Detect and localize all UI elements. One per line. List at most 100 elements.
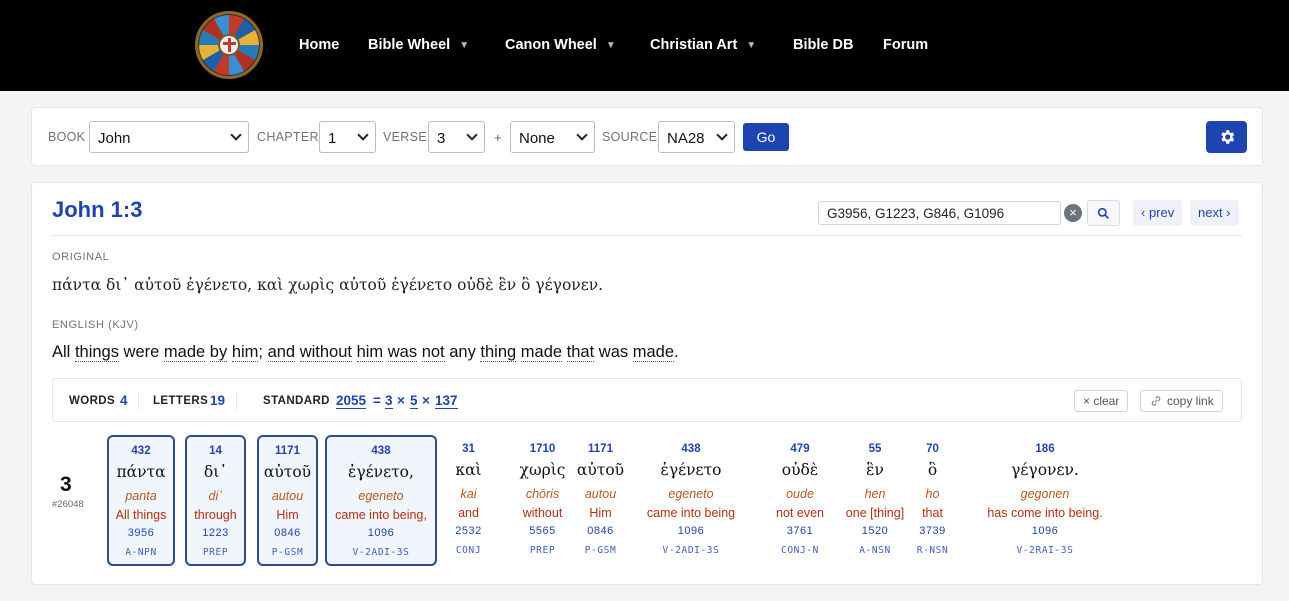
nav-home[interactable]: Home [299,37,339,53]
nav-christian-art[interactable]: Christian Art ▼ [650,37,756,53]
english-gloss: one [thing] [845,506,905,520]
verse-select[interactable]: 3 [428,121,485,153]
factor-link[interactable]: 3 [385,393,393,409]
divider [52,235,1242,236]
english-word-link[interactable]: not [421,343,445,362]
parsing-code: V-2ADI-3S [352,547,410,558]
caret-down-icon: ▼ [459,40,470,51]
parsing-code: A-NPN [125,547,157,558]
word-card[interactable]: 186 γέγονεν. gegonen has come into being. 10… [975,435,1115,566]
word-card[interactable]: 438 ἐγένετο egeneto came into being 1096 V-2A… [637,435,745,566]
gematria-stats-bar: WORDS 4 LETTERS 19 STANDARD 2055 = 3 × 5… [52,378,1242,422]
book-select[interactable]: John [89,121,249,153]
parsing-code: PREP [202,547,229,558]
gematria-value: 1171 [588,443,613,455]
prev-verse-link[interactable]: ‹ prev [1133,200,1183,226]
strongs-number: 0846 [274,527,301,539]
settings-button[interactable] [1206,121,1247,153]
clear-search-icon[interactable]: × [1064,204,1082,222]
parsing-code: CONJ-N [781,545,819,556]
copy-link-button[interactable]: copy link [1140,390,1223,412]
clear-button[interactable]: × clear [1074,390,1129,412]
source-select[interactable]: NA28 [658,121,735,153]
english-text-fragment: was [594,343,633,361]
english-word-link[interactable]: was [387,343,418,362]
english-gloss: Him [589,506,612,520]
english-gloss: not even [776,506,824,520]
nav-forum[interactable]: Forum [883,37,928,53]
word-card[interactable]: 1710 χωρὶς chōris without 5565 PREP [514,435,571,566]
divider [236,392,237,410]
strongs-search-input[interactable] [818,201,1061,225]
nav-bible-db[interactable]: Bible DB [793,37,853,53]
english-text-fragment [562,343,567,361]
gematria-value: 14 [209,445,222,457]
nav-bible-wheel[interactable]: Bible Wheel ▼ [368,37,469,53]
link-icon [1151,396,1161,406]
strongs-number: 3956 [127,527,155,539]
english-word-link[interactable]: things [74,343,119,362]
transliteration: di᾽ [208,489,223,503]
english-text-fragment: All [52,343,71,361]
english-word-link[interactable]: and [267,343,296,362]
chevron-down-icon [716,129,728,141]
search-button[interactable] [1087,200,1120,226]
greek-word: πάντα [116,463,166,481]
english-word-link[interactable]: made [632,343,674,362]
letters-value: 19 [210,393,226,408]
english-gloss: without [522,506,563,520]
strongs-number: 3761 [786,525,814,537]
go-button[interactable]: Go [743,123,789,151]
word-card[interactable]: 1171 αὐτοῦ autou Him 0846 P-GSM [571,435,630,566]
english-word-link[interactable]: by [209,343,228,362]
parsing-code: PREP [529,545,556,556]
english-word-link[interactable]: that [566,343,595,362]
next-verse-link[interactable]: next › [1190,200,1239,226]
english-gloss: through [194,508,237,522]
nav-canon-wheel[interactable]: Canon Wheel ▼ [505,37,616,53]
english-gloss: came into being [646,506,736,520]
word-card-selected[interactable]: 14 δι᾽ di᾽ through 1223 PREP [185,435,246,566]
verse-number: 3 [60,473,72,496]
site-logo-wheel-icon[interactable] [195,11,263,79]
english-text-fragment: any [444,343,481,361]
greek-word: ἐγένετο, [348,463,414,481]
english-word-link[interactable]: without [299,343,352,362]
book-value: John [98,130,131,147]
strongs-number: 1096 [367,527,395,539]
english-word-link[interactable]: thing [480,343,517,362]
word-card-selected[interactable]: 438 ἐγένετο, egeneto came into being, 1096 V-… [325,435,437,566]
transliteration: autou [584,487,617,501]
search-icon [1097,207,1109,219]
greek-word: ἐγένετο [660,461,722,479]
nav-label: Home [299,37,340,53]
range-select[interactable]: None [510,121,595,153]
word-card[interactable]: 31 καὶ kai and 2532 CONJ [450,435,487,566]
transliteration: gegonen [1020,487,1070,501]
english-gloss: and [458,506,479,520]
strongs-number: 1223 [202,527,229,539]
strongs-number: 0846 [587,525,614,537]
english-word-link[interactable]: made [520,343,563,362]
chapter-select[interactable]: 1 [319,121,376,153]
word-card[interactable]: 55 ἓν hen one [thing] 1520 A-NSN [840,435,910,566]
greek-word: ὃ [927,461,938,479]
word-card-selected[interactable]: 432 πάντα panta All things 3956 A-NPN [107,435,175,566]
transliteration: oude [786,487,814,501]
factor-link[interactable]: 137 [435,393,458,409]
parsing-code: CONJ [455,545,482,556]
factor-link[interactable]: 5 [410,393,418,409]
parsing-code: V-2ADI-3S [662,545,720,556]
gematria-value: 438 [371,445,391,457]
word-card-selected[interactable]: 1171 αὐτοῦ autou Him 0846 P-GSM [257,435,318,566]
standard-value-link[interactable]: 2055 [336,393,367,409]
gematria-value: 55 [868,443,882,455]
transliteration: panta [125,489,157,503]
english-word-link[interactable]: him [356,343,384,362]
word-card[interactable]: 70 ὃ ho that 3739 R-NSN [916,435,949,566]
word-card[interactable]: 479 οὐδὲ oude not even 3761 CONJ-N [770,435,830,566]
book-label: BOOK [48,130,86,144]
verse-value: 3 [437,130,446,147]
english-word-link[interactable]: made [163,343,206,362]
english-word-link[interactable]: him [231,343,259,362]
